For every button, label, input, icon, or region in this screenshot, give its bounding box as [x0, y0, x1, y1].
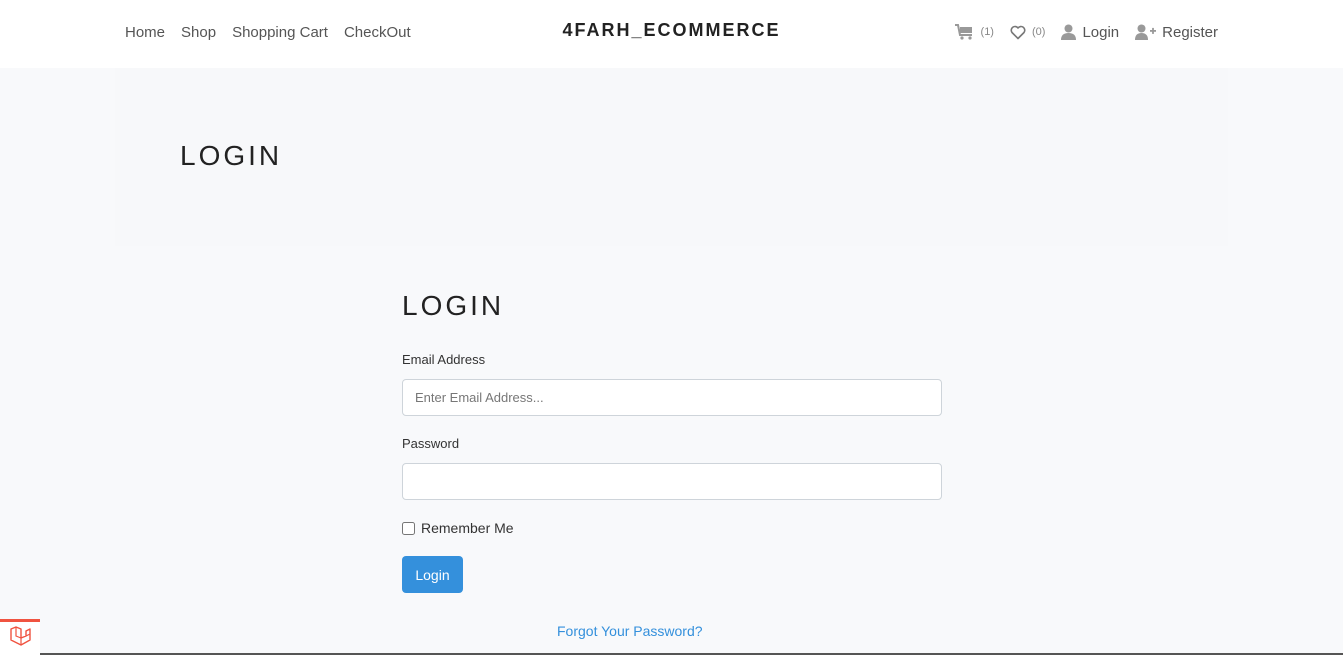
laravel-debug-tab[interactable] [0, 619, 40, 655]
wishlist-count: (0) [1031, 26, 1046, 38]
page-title: LOGIN [180, 140, 283, 171]
laravel-logo-icon [9, 625, 31, 652]
top-navbar: Home Shop Shopping Cart CheckOut 4FARH_E… [0, 0, 1343, 68]
user-plus-icon [1135, 24, 1157, 40]
user-icon [1061, 24, 1077, 40]
email-label: Email Address [402, 352, 486, 367]
remember-me-label[interactable]: Remember Me [421, 520, 514, 536]
remember-me-checkbox[interactable] [402, 521, 415, 535]
page-header: LOGIN [115, 68, 1228, 246]
cart-link[interactable]: (1) [954, 24, 994, 40]
password-field[interactable] [402, 463, 942, 500]
cart-icon [954, 24, 975, 40]
register-link[interactable]: Register [1135, 24, 1218, 41]
form-title: LOGIN [402, 290, 505, 321]
email-field[interactable] [402, 379, 942, 416]
cart-count: (1) [980, 26, 994, 38]
remember-me-row: Remember Me [402, 520, 942, 536]
forgot-password-link[interactable]: Forgot Your Password? [557, 623, 703, 639]
wishlist-link[interactable]: (0) [1010, 25, 1045, 40]
heart-icon [1010, 25, 1026, 40]
login-form: LOGIN Email Address Password Remember Me… [402, 290, 942, 593]
register-link-label: Register [1162, 23, 1218, 41]
user-nav: (1) (0) Login Register [954, 0, 1218, 64]
login-link-label: Login [1082, 23, 1120, 41]
password-label: Password [402, 436, 460, 451]
login-submit-button[interactable]: Login [402, 556, 463, 593]
login-link[interactable]: Login [1061, 24, 1119, 41]
